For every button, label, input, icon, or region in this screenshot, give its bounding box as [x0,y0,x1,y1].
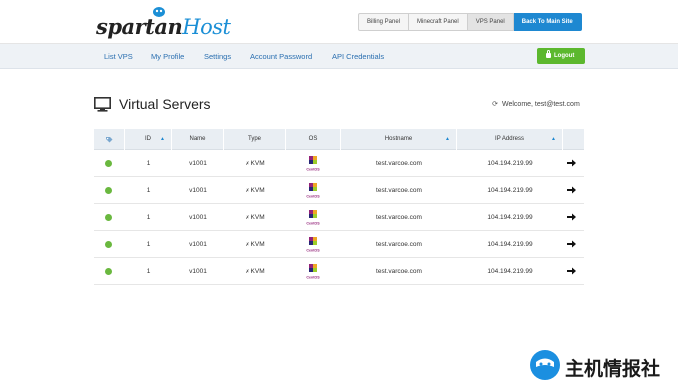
type-column-header[interactable]: Type [224,129,286,150]
nav-settings[interactable]: Settings [204,52,231,61]
spartanhost-logo[interactable]: spartanHost [96,6,231,40]
header: spartanHost Billing Panel Minecraft Pane… [0,0,678,44]
ninja-logo-icon [530,350,560,380]
action-cell [94,231,584,258]
logo-text: spartan [96,14,183,39]
id-header-label: ID [145,136,151,142]
billing-panel-button[interactable]: Billing Panel [358,13,410,31]
arrow-right-icon[interactable] [567,213,576,221]
table-row[interactable]: 1 v1001 ✗KVM CentOS test.varcoe.com 104.… [94,204,584,231]
minecraft-panel-button[interactable]: Minecraft Panel [409,13,468,31]
refresh-icon[interactable]: ⟳ [491,100,499,108]
arrow-right-icon[interactable] [567,159,576,167]
sort-icon: ▲ [160,136,165,142]
id-column-header[interactable]: ID ▲ [125,129,172,150]
table-row[interactable]: 1 v1001 ✗KVM CentOS test.varcoe.com 104.… [94,231,584,258]
arrow-right-icon[interactable] [567,240,576,248]
top-nav: Billing Panel Minecraft Panel VPS Panel … [358,13,582,31]
nav-account-password[interactable]: Account Password [250,52,312,61]
nav-api-credentials[interactable]: API Credentials [332,52,384,61]
watermark: 主机情报社 [530,348,678,382]
table-header: ID ▲ Name Type OS Hostname ▲ IP Address ▲ [94,129,584,150]
os-column-header[interactable]: OS [286,129,341,150]
arrow-right-icon[interactable] [567,267,576,275]
watermark-text: 主机情报社 [565,358,661,380]
logo-text-accent: Host [182,15,231,39]
hostname-header-label: Hostname [384,136,413,142]
table-row[interactable]: 1 v1001 ✗KVM CentOS test.varcoe.com 104.… [94,258,584,285]
action-cell [94,150,584,177]
ip-header-label: IP Address [495,136,524,142]
table-row[interactable]: 1 v1001 ✗KVM CentOS test.varcoe.com 104.… [94,150,584,177]
page-title: Virtual Servers [119,96,211,112]
logo-wordmark: spartanHost [96,14,231,39]
servers-table: ID ▲ Name Type OS Hostname ▲ IP Address ▲ 1… [94,129,584,285]
table-row[interactable]: 1 v1001 ✗KVM CentOS test.varcoe.com 104.… [94,177,584,204]
back-to-main-site-button[interactable]: Back To Main Site [513,13,582,31]
action-cell [94,258,584,285]
welcome-label: Welcome, test@test.com [502,101,580,108]
nav-list-vps[interactable]: List VPS [104,52,133,61]
action-cell [94,177,584,204]
logout-label: Logout [554,53,575,59]
monitor-icon [94,97,111,112]
sort-icon: ▲ [551,136,556,142]
tag-icon [106,137,113,143]
arrow-right-icon[interactable] [567,186,576,194]
sort-icon: ▲ [445,136,450,142]
welcome-text: ⟳ Welcome, test@test.com [491,100,580,108]
lock-icon [546,50,551,58]
logout-button[interactable]: Logout [537,48,585,64]
status-column-header [94,129,125,150]
action-cell [94,204,584,231]
ip-address-column-header[interactable]: IP Address ▲ [457,129,563,150]
vps-panel-button[interactable]: VPS Panel [467,13,514,31]
name-column-header[interactable]: Name [172,129,224,150]
nav-my-profile[interactable]: My Profile [151,52,184,61]
hostname-column-header[interactable]: Hostname ▲ [341,129,457,150]
action-column-header [563,129,584,150]
